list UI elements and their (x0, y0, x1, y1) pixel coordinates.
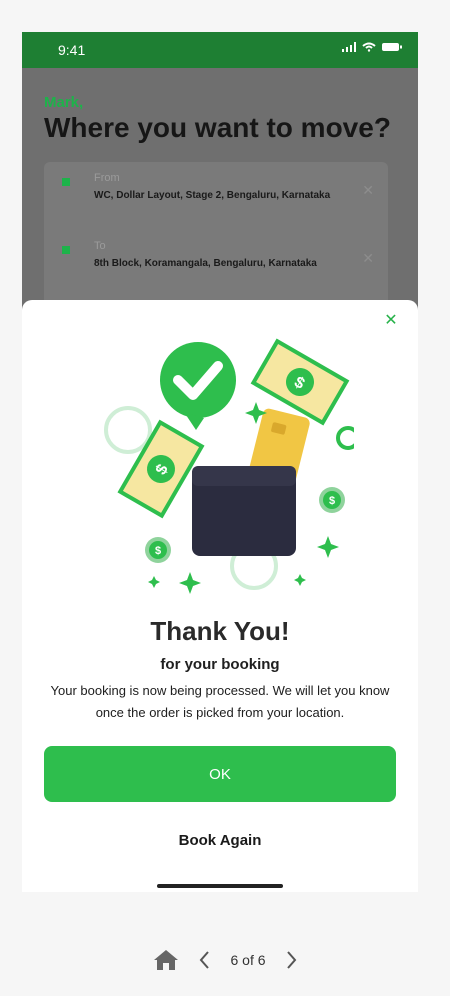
status-time: 9:41 (58, 42, 86, 58)
close-icon[interactable]: ✕ (382, 312, 400, 330)
wifi-icon (362, 42, 376, 52)
ok-button[interactable]: OK (44, 746, 396, 802)
modal-subtitle: for your booking (160, 656, 280, 673)
signal-icon (342, 42, 356, 52)
svg-text:$: $ (329, 495, 335, 507)
check-bubble-icon (160, 342, 236, 430)
from-row[interactable]: From WC, Dollar Layout, Stage 2, Bengalu… (44, 162, 388, 212)
deco-circle-left (104, 406, 152, 454)
to-dot-icon (62, 246, 70, 254)
sparkle-icon (148, 576, 160, 588)
sparkle-icon (294, 574, 306, 586)
pager: 6 of 6 (0, 945, 450, 975)
greeting: Mark, (44, 94, 84, 111)
from-label: From (94, 172, 120, 184)
status-icons (342, 42, 402, 52)
money-note-left-icon: $ (117, 419, 205, 519)
from-value: WC, Dollar Layout, Stage 2, Bengaluru, K… (94, 190, 331, 201)
home-icon[interactable] (152, 948, 180, 972)
clear-to-icon[interactable]: ✕ (362, 250, 374, 267)
sparkle-icon (179, 572, 201, 594)
to-value: 8th Block, Koramangala, Bengaluru, Karna… (94, 258, 317, 269)
wallet-icon (192, 466, 296, 556)
modal-title: Thank You! (150, 616, 290, 646)
book-again-button[interactable]: Book Again (22, 832, 418, 849)
coin-right-icon: $ (319, 487, 345, 513)
chevron-right-icon[interactable] (284, 950, 298, 970)
sparkle-icon (317, 536, 339, 558)
deco-circle-right (336, 426, 354, 450)
from-dot-icon (62, 178, 70, 186)
chevron-left-icon[interactable] (198, 950, 212, 970)
coin-left-icon: $ (145, 537, 171, 563)
to-label: To (94, 240, 106, 252)
svg-text:$: $ (155, 545, 161, 557)
location-card: From WC, Dollar Layout, Stage 2, Bengalu… (44, 162, 388, 306)
phone-screen: 9:41 Mark, Where you want to move? From … (22, 32, 418, 892)
thank-you-modal: ✕ $ $ $ $ Thank You! for your booking Yo… (22, 300, 418, 892)
modal-description: Your booking is now being processed. We … (50, 683, 390, 720)
clear-from-icon[interactable]: ✕ (362, 182, 374, 199)
home-indicator (157, 884, 283, 888)
page-title: Where you want to move? (44, 112, 391, 143)
page-indicator: 6 of 6 (230, 952, 266, 968)
status-bar: 9:41 (22, 32, 418, 68)
to-row[interactable]: To 8th Block, Koramangala, Bengaluru, Ka… (44, 230, 388, 280)
battery-icon (382, 43, 402, 51)
booking-illustration: $ $ $ $ (104, 338, 354, 594)
